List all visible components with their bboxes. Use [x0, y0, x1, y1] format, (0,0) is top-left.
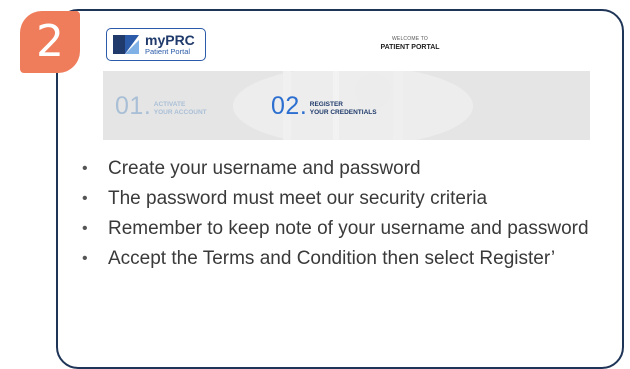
bullet-icon: •: [82, 160, 88, 177]
welcome-small-text: WELCOME TO: [392, 36, 428, 42]
bullet-icon: •: [82, 250, 88, 267]
welcome-title: PATIENT PORTAL: [380, 44, 440, 51]
list-item: • Remember to keep note of your username …: [82, 218, 589, 239]
list-item: • Accept the Terms and Condition then sel…: [82, 248, 556, 269]
step-2-label: REGISTER YOUR CREDENTIALS: [309, 101, 377, 116]
step-number-badge: 2: [20, 11, 80, 73]
logo-name: myPRC: [145, 32, 195, 49]
step-register-credentials: 02 . REGISTER YOUR CREDENTIALS: [271, 92, 377, 120]
step-activate-account: 01 . ACTIVATE YOUR ACCOUNT: [115, 92, 207, 120]
list-item: • Create your username and password: [82, 158, 421, 179]
bullet-icon: •: [82, 220, 88, 237]
logo-subtitle: Patient Portal: [145, 47, 191, 57]
logo-mark-icon: [111, 32, 141, 57]
step-2-number: 02: [271, 92, 300, 120]
step-1-number: 01: [115, 92, 144, 120]
bullet-icon: •: [82, 190, 88, 207]
list-item: • The password must meet our security cri…: [82, 188, 488, 209]
steps-banner: 01 . ACTIVATE YOUR ACCOUNT 02 . REGISTER…: [103, 71, 590, 140]
instruction-list: • Create your username and password • The …: [82, 158, 612, 278]
step-number: 2: [36, 16, 64, 67]
myprc-logo: myPRC Patient Portal: [106, 28, 206, 61]
step-1-label: ACTIVATE YOUR ACCOUNT: [153, 101, 207, 116]
welcome-heading: WELCOME TO PATIENT PORTAL: [340, 36, 480, 52]
